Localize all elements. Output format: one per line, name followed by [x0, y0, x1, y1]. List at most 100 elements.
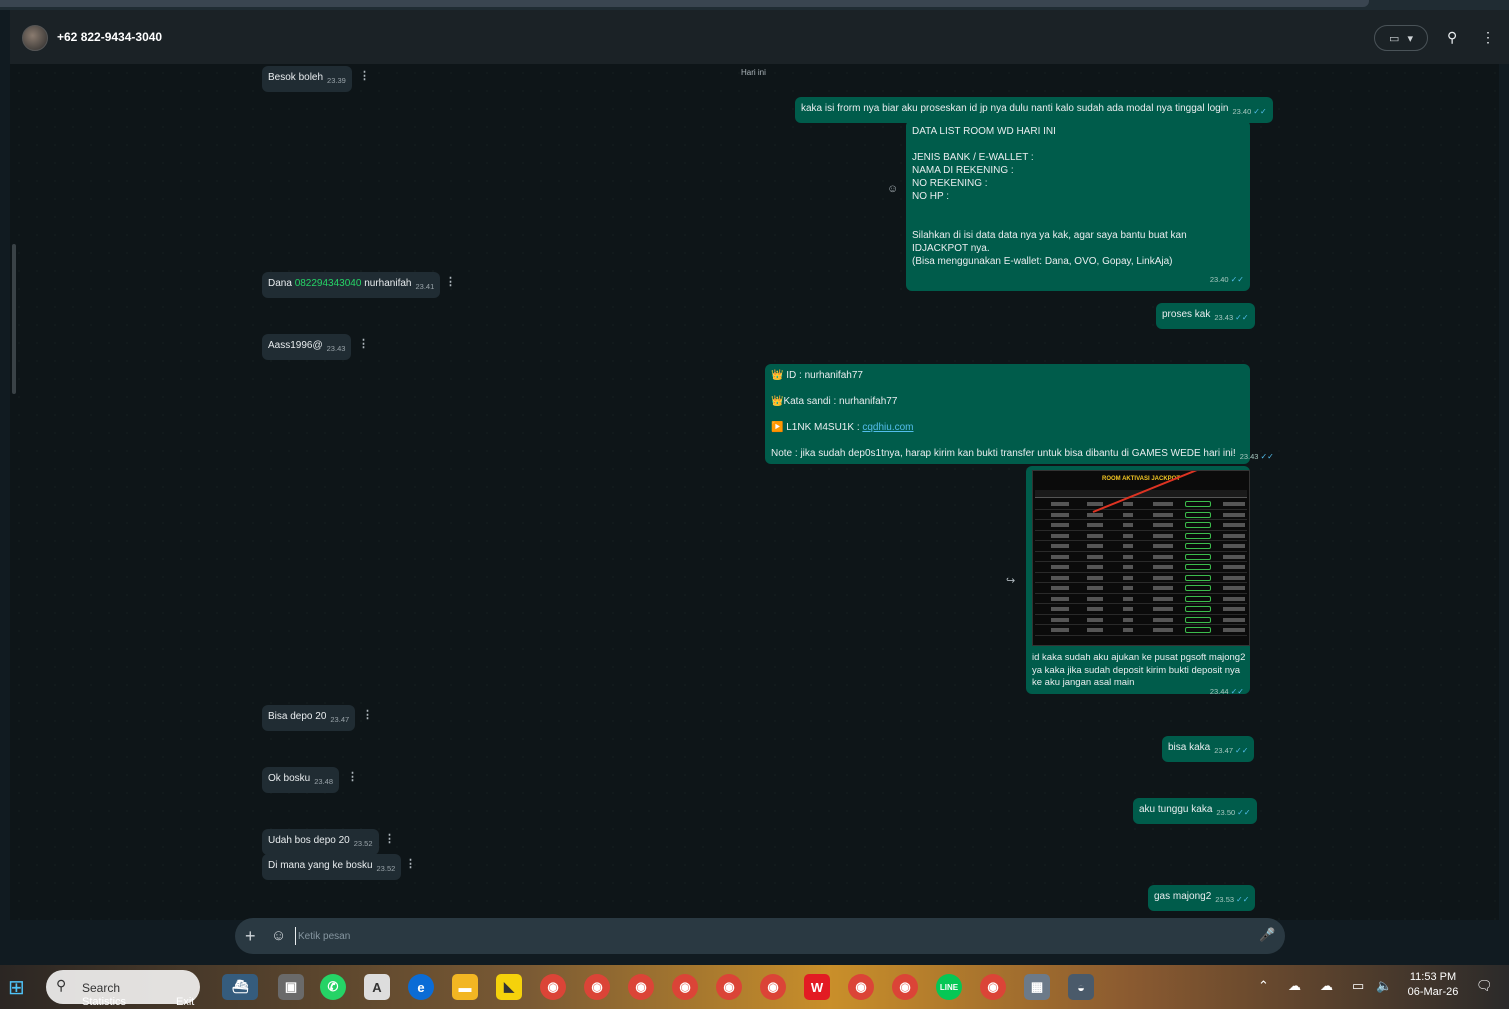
image-table-row — [1035, 499, 1247, 510]
sticky-notes-icon[interactable]: ◣ — [496, 974, 522, 1000]
calculator-icon[interactable]: ▦ — [1024, 974, 1050, 1000]
message-incoming[interactable]: Dana 082294343040 nurhanifah 23.41 — [262, 272, 441, 298]
microphone-icon[interactable]: 🎤 — [1259, 927, 1275, 943]
app-icon[interactable]: ◒ — [1068, 974, 1094, 1000]
double-check-icon: ✓✓ — [1236, 895, 1250, 904]
folder-icon[interactable]: ▬ — [452, 974, 478, 1000]
window-app-icon[interactable]: ▣ — [278, 974, 304, 1000]
image-table-row — [1035, 615, 1247, 625]
message-incoming[interactable]: Udah bos depo 20 23.52 — [262, 829, 379, 855]
forward-icon[interactable]: ↪ — [1006, 574, 1015, 587]
video-call-button[interactable]: ▭ ▾ — [1374, 25, 1428, 51]
chrome-icon[interactable]: ◉ — [848, 974, 874, 1000]
exit-label[interactable]: Exit — [176, 996, 194, 1008]
image-table-row — [1035, 573, 1247, 583]
message-suffix: nurhanifah — [361, 278, 412, 289]
chrome-icon[interactable]: ◉ — [628, 974, 654, 1000]
browser-top-bar — [0, 0, 1509, 10]
message-outgoing[interactable]: gas majong2 23.53 ✓✓ — [1148, 885, 1256, 911]
scrollbar[interactable] — [12, 244, 16, 394]
notepad-icon[interactable]: A — [364, 974, 390, 1000]
message-incoming[interactable]: Aass1996@ 23.43 — [262, 334, 352, 360]
message-time: 23.53 — [1215, 895, 1235, 904]
message-outgoing-image[interactable]: ROOM AKTIVASI JACKPOT id kaka sudah aku … — [1026, 466, 1250, 696]
message-outgoing[interactable]: DATA LIST ROOM WD HARI INI JENIS BANK / … — [906, 120, 1250, 291]
contact-name[interactable]: +62 822-9434-3040 — [57, 30, 162, 44]
attach-plus-icon[interactable]: + — [245, 926, 256, 947]
message-options-icon[interactable]: ⋮ — [445, 275, 456, 288]
more-vert-icon[interactable]: ⋮ — [1481, 29, 1495, 46]
cloud-sync-icon[interactable]: ☁ — [1288, 978, 1301, 994]
message-options-icon[interactable]: ⋮ — [358, 337, 369, 350]
avatar[interactable] — [22, 25, 48, 51]
search-icon[interactable]: ⚲ — [1447, 29, 1457, 46]
message-time: 23.50 — [1216, 808, 1236, 817]
edge-icon[interactable]: e — [408, 974, 434, 1000]
message-link[interactable]: cqdhiu.com — [862, 422, 913, 433]
message-options-icon[interactable]: ⋮ — [359, 69, 370, 82]
chrome-icon[interactable]: ◉ — [672, 974, 698, 1000]
password-line: 👑Kata sandi : nurhanifah77 — [771, 396, 898, 407]
message-incoming[interactable]: Besok boleh 23.39 — [262, 66, 352, 92]
message-time: 23.40 — [1232, 107, 1252, 116]
message-input[interactable] — [295, 927, 1195, 945]
phone-link[interactable]: 082294343040 — [295, 278, 362, 289]
message-outgoing[interactable]: 👑 ID : nurhanifah77 👑Kata sandi : nurhan… — [765, 364, 1274, 464]
statistics-label[interactable]: Statistics — [82, 996, 126, 1008]
message-time: 23.43 — [326, 344, 346, 353]
message-time: 23.48 — [314, 777, 334, 786]
image-table-row — [1035, 552, 1247, 562]
message-time: 23.40 — [1209, 275, 1229, 284]
image-title: ROOM AKTIVASI JACKPOT — [1101, 476, 1180, 482]
message-outgoing[interactable]: proses kak 23.43 ✓✓ — [1156, 303, 1255, 329]
chat-area[interactable]: Hari ini Besok boleh 23.39 ⋮ kaka isi fro… — [10, 64, 1499, 920]
wps-office-icon[interactable]: W — [804, 974, 830, 1000]
chevron-up-icon[interactable]: ⌃ — [1258, 978, 1269, 994]
message-options-icon[interactable]: ⋮ — [362, 708, 373, 721]
message-outgoing[interactable]: bisa kaka 23.47 ✓✓ — [1162, 736, 1255, 762]
message-prefix: Dana — [268, 278, 295, 289]
chrome-icon[interactable]: ◉ — [540, 974, 566, 1000]
ship-app-icon[interactable]: ⛴ — [222, 974, 258, 1000]
double-check-icon: ✓✓ — [1230, 687, 1244, 696]
message-text: DATA LIST ROOM WD HARI INI JENIS BANK / … — [912, 126, 1187, 267]
message-incoming[interactable]: Ok bosku 23.48 — [262, 767, 340, 793]
taskbar-clock[interactable]: 11:53 PM 06-Mar-26 — [1402, 970, 1464, 1000]
onedrive-icon[interactable]: ☁ — [1320, 978, 1333, 994]
message-time: 23.52 — [353, 839, 373, 848]
message-incoming[interactable]: Di mana yang ke bosku 23.52 — [262, 854, 402, 880]
message-time: 23.52 — [376, 864, 396, 873]
chrome-icon[interactable]: ◉ — [716, 974, 742, 1000]
message-time: 23.43 — [1239, 452, 1259, 461]
message-text: bisa kaka — [1168, 742, 1211, 753]
message-time: 23.47 — [330, 715, 350, 724]
emoji-icon[interactable]: ☺ — [271, 927, 286, 944]
message-time: 23.39 — [327, 76, 346, 85]
image-table-row — [1035, 604, 1247, 615]
notification-icon[interactable]: 🗨 — [1476, 978, 1493, 994]
message-options-icon[interactable]: ⋮ — [405, 857, 416, 870]
jackpot-table-image[interactable]: ROOM AKTIVASI JACKPOT — [1032, 470, 1250, 646]
chrome-icon[interactable]: ◉ — [892, 974, 918, 1000]
network-icon[interactable]: ▭ — [1352, 978, 1364, 994]
chat-header: +62 822-9434-3040 ▭ ▾ ⚲ ⋮ — [10, 10, 1509, 64]
windows-start-icon[interactable]: ⊞ — [8, 975, 25, 1000]
message-incoming[interactable]: Bisa depo 20 23.47 — [262, 705, 356, 731]
whatsapp-icon[interactable]: ✆ — [320, 974, 346, 1000]
volume-icon[interactable]: 🔈 — [1376, 978, 1392, 994]
chrome-icon[interactable]: ◉ — [584, 974, 610, 1000]
message-options-icon[interactable]: ⋮ — [347, 770, 358, 783]
message-outgoing[interactable]: aku tunggu kaka 23.50 ✓✓ — [1133, 798, 1257, 824]
message-text: Di mana yang ke bosku — [268, 860, 373, 871]
image-table-row — [1035, 520, 1247, 531]
message-options-icon[interactable]: ⋮ — [384, 832, 395, 845]
message-text: aku tunggu kaka — [1139, 804, 1213, 815]
emoji-react-icon[interactable]: ☺ — [887, 183, 898, 195]
message-text: Bisa depo 20 — [268, 711, 327, 722]
chevron-down-icon: ▾ — [1407, 32, 1413, 45]
message-composer: + ☺ 🎤 — [235, 918, 1285, 954]
chrome-icon[interactable]: ◉ — [980, 974, 1006, 1000]
chrome-icon[interactable]: ◉ — [760, 974, 786, 1000]
message-time: 23.47 — [1214, 746, 1234, 755]
line-app-icon[interactable]: LINE — [936, 974, 962, 1000]
